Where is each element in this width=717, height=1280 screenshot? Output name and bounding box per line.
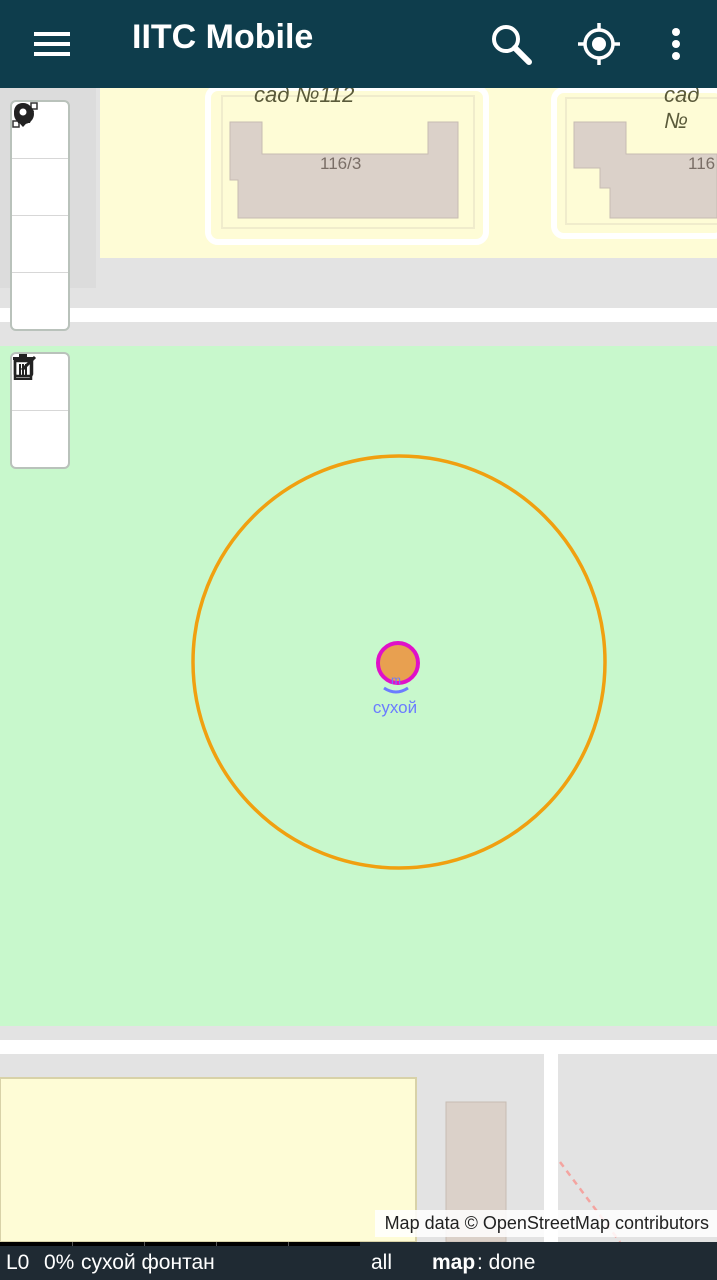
map-canvas: m	[0, 88, 717, 1242]
map-status-value: : done	[477, 1251, 536, 1274]
filter-label[interactable]: all	[371, 1251, 392, 1275]
status-bar: L0 0% сухой фонтан all map : done	[0, 1242, 717, 1280]
hamburger-menu-icon[interactable]	[22, 14, 82, 74]
draw-toolbar	[10, 100, 70, 331]
map-view[interactable]: m сад №112 сад № 116/3 116 сухой Map dat…	[0, 88, 717, 1242]
more-vert-icon[interactable]	[646, 14, 706, 74]
edit-toolbar	[10, 352, 70, 469]
draw-circle-button[interactable]	[12, 104, 68, 273]
draw-marker-button[interactable]	[12, 103, 68, 329]
garden-label-right: сад №	[664, 88, 700, 133]
garden-label-left: сад №112	[254, 88, 355, 107]
map-status-label: map	[432, 1251, 476, 1274]
draw-polygon-button[interactable]	[12, 104, 68, 216]
crosshair-locate-icon[interactable]	[569, 14, 629, 74]
map-pin-icon	[14, 103, 32, 127]
app-title: IITC Mobile	[132, 18, 314, 56]
portal-level: L0	[6, 1251, 30, 1274]
map-attribution[interactable]: Map data © OpenStreetMap contributors	[374, 1210, 717, 1237]
delete-layers-button[interactable]	[12, 354, 68, 467]
house-number-right: 116	[688, 154, 716, 173]
load-progress-bar	[0, 1242, 360, 1246]
search-icon[interactable]	[481, 14, 541, 74]
portal-percent: 0%	[44, 1251, 75, 1274]
house-number-left: 116/3	[320, 154, 362, 173]
selected-portal-name[interactable]: сухой фонтан	[81, 1251, 215, 1275]
portal-label[interactable]: сухой	[360, 698, 430, 718]
svg-text:m: m	[391, 673, 401, 687]
trash-icon	[13, 354, 33, 380]
app-bar: IITC Mobile	[0, 0, 717, 88]
